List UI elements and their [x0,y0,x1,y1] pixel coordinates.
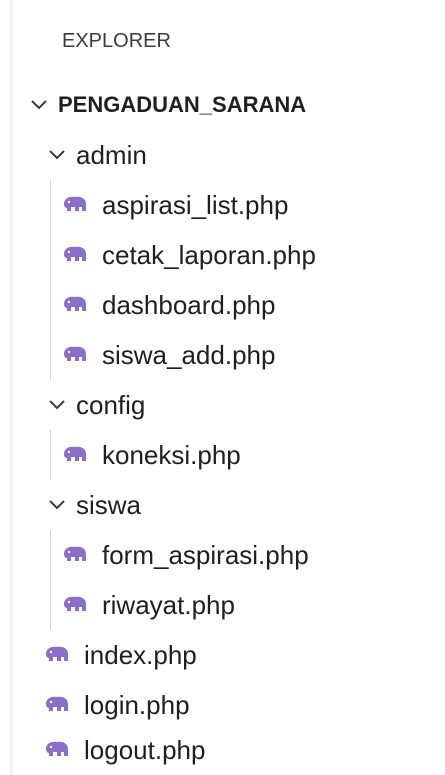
tree-file-label: logout.php [84,734,206,765]
tree-file-riwayat[interactable]: riwayat.php [62,580,445,630]
tree-file-label: cetak_laporan.php [102,239,316,270]
tree-file-dashboard[interactable]: dashboard.php [62,280,445,330]
tree-folder-label: admin [76,139,147,170]
explorer-panel: EXPLORER PENGADUAN_SARANA admin aspirasi… [0,0,445,775]
php-elephant-icon [62,345,88,365]
tree-indent-guide [50,430,51,480]
tree-file-label: index.php [84,639,197,670]
tree-file-logout[interactable]: logout.php [44,725,445,775]
chevron-down-icon [46,394,68,416]
tree-file-koneksi[interactable]: koneksi.php [62,430,445,480]
tree-folder-label: siswa [76,489,142,520]
tree-folder-label: config [76,389,146,420]
tree-root-label: PENGADUAN_SARANA [58,92,307,117]
php-elephant-icon [62,245,88,265]
php-elephant-icon [62,195,88,215]
tree-folder-siswa[interactable]: siswa [46,480,445,530]
chevron-down-icon [46,144,68,166]
tree-folder-config[interactable]: config [46,380,445,430]
php-elephant-icon [62,445,88,465]
tree-file-label: koneksi.php [102,439,241,470]
tree-file-label: login.php [84,689,190,720]
php-elephant-icon [62,295,88,315]
php-elephant-icon [44,740,70,760]
tree-file-label: dashboard.php [102,289,276,320]
tree-root-folder[interactable]: PENGADUAN_SARANA [28,80,445,130]
tree-file-aspirasi-list[interactable]: aspirasi_list.php [62,180,445,230]
explorer-header: EXPLORER [62,30,171,52]
chevron-down-icon [28,94,50,116]
tree-file-label: siswa_add.php [102,339,276,370]
tree-file-label: riwayat.php [102,589,235,620]
tree-indent-guide [50,530,51,630]
tree-folder-admin[interactable]: admin [46,130,445,180]
tree-file-label: aspirasi_list.php [102,189,289,220]
tree-file-login[interactable]: login.php [44,680,445,730]
chevron-down-icon [46,494,68,516]
tree-file-form-aspirasi[interactable]: form_aspirasi.php [62,530,445,580]
php-elephant-icon [62,545,88,565]
tree-indent-guide [50,180,51,380]
tree-file-index[interactable]: index.php [44,630,445,680]
php-elephant-icon [44,645,70,665]
tree-file-label: form_aspirasi.php [102,539,309,570]
php-elephant-icon [44,695,70,715]
tree-file-siswa-add[interactable]: siswa_add.php [62,330,445,380]
php-elephant-icon [62,595,88,615]
tree-file-cetak-laporan[interactable]: cetak_laporan.php [62,230,445,280]
